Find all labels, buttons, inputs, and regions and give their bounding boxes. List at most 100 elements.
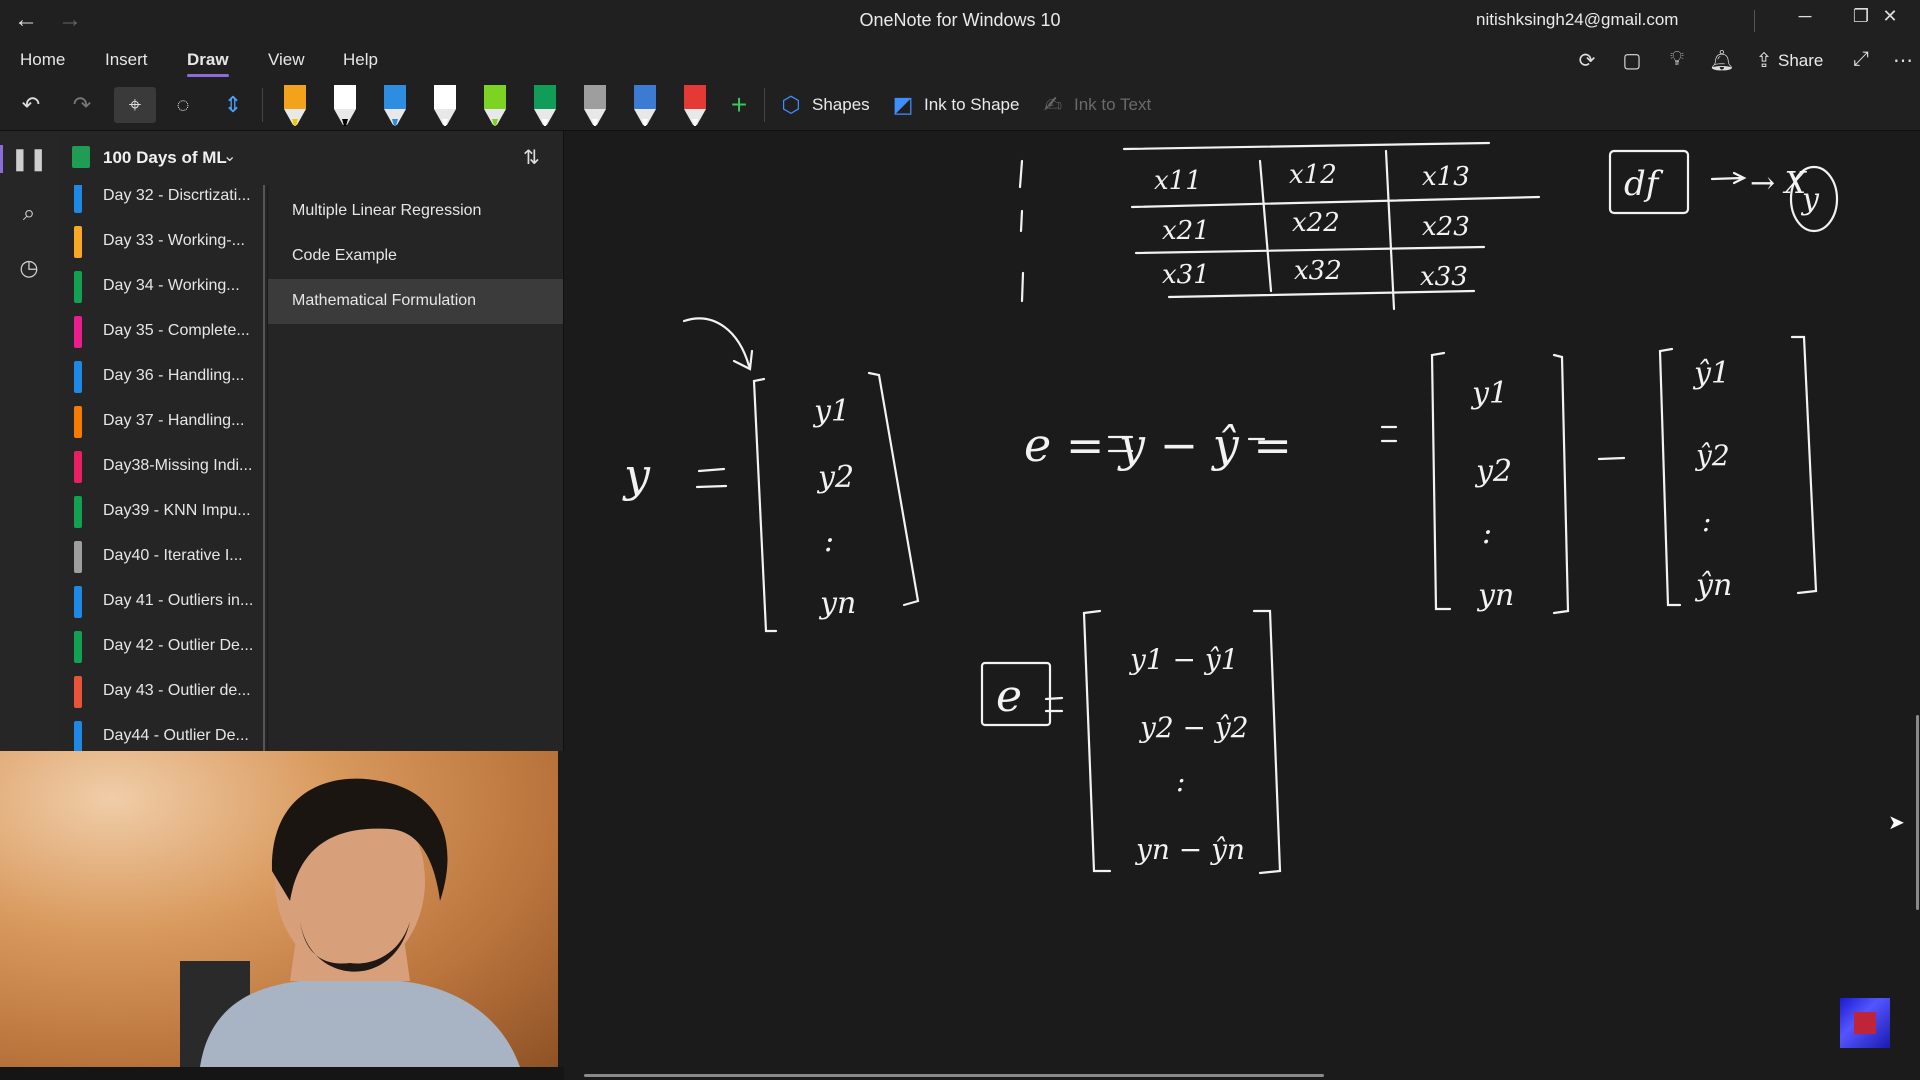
page-view-icon[interactable]: ▢ [1616, 48, 1648, 76]
section-color-tab [74, 185, 82, 213]
share-button[interactable]: Share [1778, 51, 1823, 71]
section-list: Day 32 - Discrtizati... Day 33 - Working-… [58, 185, 267, 751]
chevron-down-icon[interactable]: ⌄ [223, 146, 236, 166]
diff-entry: y1 − ŷ1 [1128, 643, 1239, 676]
tab-draw[interactable]: Draw [187, 50, 229, 77]
fullscreen-icon[interactable]: ⤢ [1845, 48, 1877, 76]
section-item[interactable]: Day39 - KNN Impu... [58, 492, 267, 537]
toolbar-divider [764, 88, 765, 122]
pen-6-icon[interactable] [534, 85, 556, 126]
lasso-select-icon[interactable]: ◌ [164, 87, 202, 123]
matrix-cell: x12 [1289, 160, 1337, 190]
section-label: Day 37 - Handling... [103, 412, 245, 429]
ribbon-tabs: Home Insert Draw View Help ⟳ ▢ 💡︎ 🔔︎ ⇪ S… [0, 42, 1920, 78]
notebook-header[interactable]: 100 Days of ML ⌄ ⇅ [58, 131, 563, 185]
section-scrollbar[interactable] [263, 185, 265, 751]
vector-entry: yn [818, 586, 856, 621]
minimize-icon[interactable]: ─ [1777, 6, 1833, 36]
error-equation: e = y − ŷ = [1024, 418, 1292, 472]
matrix-cell: x22 [1292, 208, 1340, 238]
close-icon[interactable]: ✕ [1862, 6, 1918, 36]
shapes-button[interactable]: Shapes [812, 95, 870, 115]
tab-insert[interactable]: Insert [105, 50, 148, 70]
pen-7-icon[interactable] [584, 85, 606, 126]
section-color-tab [74, 541, 82, 573]
section-item[interactable]: Day44 - Outlier De... [58, 717, 267, 751]
section-item[interactable]: Day 37 - Handling... [58, 402, 267, 447]
tab-help[interactable]: Help [343, 50, 378, 70]
lightbulb-icon[interactable]: 💡︎ [1661, 48, 1693, 76]
ink-to-text-button[interactable]: Ink to Text [1074, 95, 1151, 115]
section-item[interactable]: Day 42 - Outlier De... [58, 627, 267, 672]
vector-entry: ŷ1 [1692, 356, 1730, 391]
section-label: Day 32 - Discrtizati... [103, 187, 251, 204]
section-color-tab [74, 406, 82, 438]
channel-logo [1840, 998, 1890, 1048]
ink-to-text-icon[interactable]: ✍︎ [1034, 87, 1072, 123]
section-label: Day 36 - Handling... [103, 367, 245, 384]
vector-entry: y2 [816, 460, 854, 495]
bell-icon[interactable]: 🔔︎ [1706, 48, 1738, 76]
section-item[interactable]: Day38-Missing Indi... [58, 447, 267, 492]
pen-4-icon[interactable] [434, 85, 456, 126]
diff-entry: : [1176, 765, 1185, 798]
recent-icon[interactable]: ◷ [0, 248, 58, 288]
section-item[interactable]: Day 33 - Working-... [58, 222, 267, 267]
horizontal-scrollbar[interactable] [584, 1074, 1324, 1077]
page-item[interactable]: Multiple Linear Regression [268, 189, 563, 234]
more-icon[interactable]: ⋯ [1887, 48, 1919, 76]
add-pen-icon[interactable]: + [720, 87, 758, 123]
section-color-tab [74, 586, 82, 618]
toolbar-divider [262, 88, 263, 122]
ink-layer: x11 x12 x13 x21 x22 x23 x31 x32 x33 df →… [622, 141, 1839, 875]
sync-icon[interactable]: ⟳ [1571, 48, 1603, 76]
share-icon[interactable]: ⇪ [1748, 48, 1780, 76]
section-item[interactable]: Day 34 - Working... [58, 267, 267, 312]
redo-icon[interactable]: ↷ [63, 87, 101, 123]
search-icon[interactable]: ⌕ [0, 193, 58, 233]
tab-home[interactable]: Home [20, 50, 65, 70]
vector-entry: ŷn [1694, 568, 1732, 603]
vector-entry: : [824, 524, 834, 559]
ink-to-shape-icon[interactable]: ◩ [884, 87, 922, 123]
pen-3-icon[interactable] [384, 85, 406, 126]
pen-8-icon[interactable] [634, 85, 656, 126]
vertical-scrollbar[interactable] [1916, 715, 1919, 910]
page-list: Multiple Linear Regression Code Example Ma… [268, 185, 563, 751]
matrix-cell: x32 [1294, 256, 1342, 286]
note-canvas[interactable]: x11 x12 x13 x21 x22 x23 x31 x32 x33 df →… [564, 131, 1920, 1080]
shapes-icon[interactable]: ⬡ [772, 87, 810, 123]
notebooks-icon[interactable]: ❚❚ [0, 139, 58, 179]
section-item[interactable]: Day40 - Iterative I... [58, 537, 267, 582]
type-select-icon[interactable]: ⌖ [114, 87, 156, 123]
notebook-title[interactable]: 100 Days of ML [103, 148, 227, 168]
section-color-tab [74, 676, 82, 708]
section-item[interactable]: Day 35 - Complete... [58, 312, 267, 357]
title-divider [1754, 10, 1755, 32]
vector-entry: yn [1476, 578, 1514, 613]
section-label: Day40 - Iterative I... [103, 547, 243, 564]
pen-2-icon[interactable] [334, 85, 356, 126]
account-email[interactable]: nitishksingh24@gmail.com [1476, 10, 1678, 30]
sort-icon[interactable]: ⇅ [523, 145, 540, 170]
ink-to-shape-button[interactable]: Ink to Shape [924, 95, 1019, 115]
section-item[interactable]: Day 36 - Handling... [58, 357, 267, 402]
section-label: Day 35 - Complete... [103, 322, 250, 339]
pen-1-icon[interactable] [284, 85, 306, 126]
pen-5-icon[interactable] [484, 85, 506, 126]
section-color-tab [74, 316, 82, 348]
section-label: Day 43 - Outlier de... [103, 682, 251, 699]
section-item[interactable]: Day 41 - Outliers in... [58, 582, 267, 627]
section-item[interactable]: Day 32 - Discrtizati... [58, 185, 267, 222]
section-label: Day 34 - Working... [103, 277, 240, 294]
page-label: Mathematical Formulation [292, 292, 477, 309]
undo-icon[interactable]: ↶ [12, 87, 50, 123]
add-space-icon[interactable]: ⇕ [214, 87, 252, 123]
section-item[interactable]: Day 43 - Outlier de... [58, 672, 267, 717]
df-label: df [1624, 164, 1664, 204]
page-item[interactable]: Code Example [268, 234, 563, 279]
vector-entry: y1 [812, 394, 850, 429]
page-item[interactable]: Mathematical Formulation [268, 279, 563, 324]
pen-9-icon[interactable] [684, 85, 706, 126]
tab-view[interactable]: View [268, 50, 305, 70]
